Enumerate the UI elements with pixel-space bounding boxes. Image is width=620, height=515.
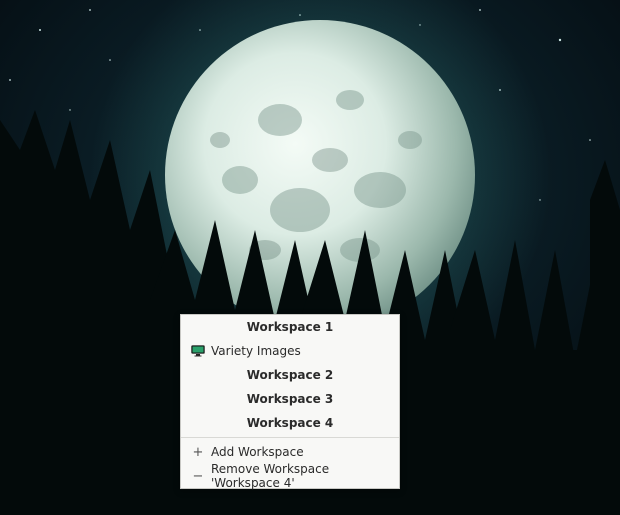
menu-remove-workspace[interactable]: − Remove Workspace 'Workspace 4' (181, 464, 399, 488)
menu-add-workspace[interactable]: + Add Workspace (181, 440, 399, 464)
menu-separator (181, 437, 399, 438)
menu-workspace-4[interactable]: Workspace 4 (181, 411, 399, 435)
menu-label: Workspace 1 (247, 320, 334, 334)
workspace-context-menu: Workspace 1 Variety Images Workspace 2 W… (180, 314, 400, 489)
menu-workspace-3[interactable]: Workspace 3 (181, 387, 399, 411)
menu-label: Workspace 2 (247, 368, 334, 382)
menu-variety-images[interactable]: Variety Images (181, 339, 399, 363)
plus-icon: + (189, 446, 207, 459)
menu-label: Variety Images (207, 344, 301, 358)
menu-label: Workspace 3 (247, 392, 334, 406)
monitor-icon (189, 345, 207, 357)
menu-workspace-2[interactable]: Workspace 2 (181, 363, 399, 387)
menu-label: Workspace 4 (247, 416, 334, 430)
menu-label: Add Workspace (207, 445, 304, 459)
menu-workspace-1[interactable]: Workspace 1 (181, 315, 399, 339)
menu-label: Remove Workspace 'Workspace 4' (207, 462, 391, 490)
minus-icon: − (189, 470, 207, 483)
